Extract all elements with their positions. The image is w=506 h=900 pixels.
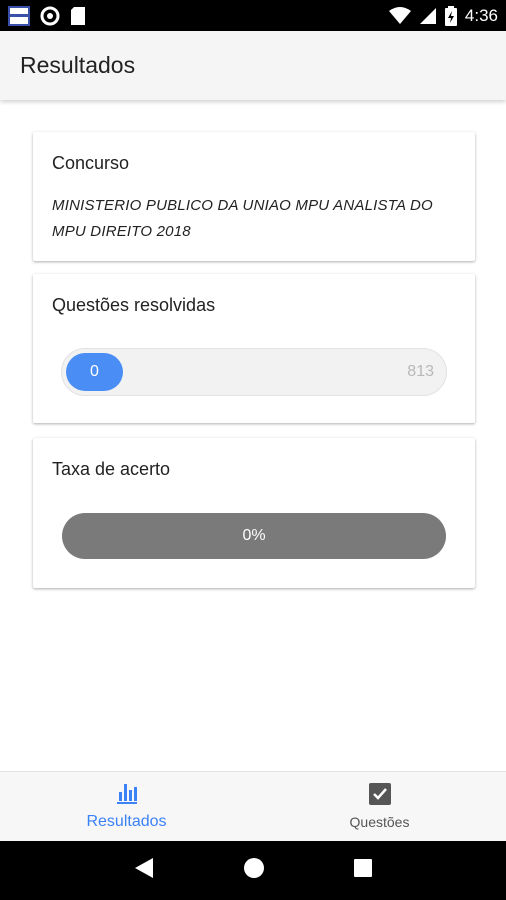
battery-icon [444, 5, 457, 26]
checkbox-icon [368, 783, 391, 810]
taxa-acerto-bar: 0% [62, 513, 446, 559]
nav-item-resultados[interactable]: Resultados [0, 772, 253, 841]
status-time: 4:36 [464, 5, 498, 25]
status-left-icons [8, 5, 86, 26]
sd-card-icon [70, 6, 86, 26]
nav-label-questoes: Questões [349, 814, 410, 830]
concurso-label: Concurso [52, 153, 130, 173]
app-bar: Resultados [0, 31, 506, 100]
taxa-acerto-value: 0% [242, 527, 266, 544]
bar-chart-icon [116, 782, 138, 809]
concurso-value: MINISTERIO PUBLICO DA UNIAO MPU ANALISTA… [52, 197, 433, 240]
questoes-progress-bar: 0 813 [61, 348, 447, 396]
page-title: Resultados [20, 52, 136, 78]
signal-icon [419, 7, 437, 25]
home-icon[interactable] [243, 857, 265, 884]
questoes-resolvidas-card: Questões resolvidas 0 813 [33, 274, 475, 423]
concurso-card: Concurso MINISTERIO PUBLICO DA UNIAO MPU… [33, 132, 475, 261]
system-navigation-bar [0, 841, 506, 900]
status-right-icons: 4:36 [388, 5, 498, 26]
back-icon[interactable] [134, 857, 154, 884]
status-bar: 4:36 [0, 0, 506, 31]
questoes-resolvidas-label: Questões resolvidas [52, 295, 216, 315]
questoes-current-count: 0 [90, 363, 99, 380]
circle-notification-icon [40, 6, 60, 26]
questoes-total-count: 813 [407, 363, 434, 380]
news-app-icon [8, 5, 30, 26]
recents-icon[interactable] [353, 859, 372, 882]
bottom-navigation: Resultados Questões [0, 771, 506, 841]
questoes-progress-fill: 0 [66, 353, 123, 391]
nav-item-questoes[interactable]: Questões [253, 772, 506, 841]
nav-label-resultados: Resultados [86, 813, 167, 830]
wifi-icon [388, 6, 411, 25]
taxa-acerto-label: Taxa de acerto [52, 459, 171, 479]
taxa-acerto-card: Taxa de acerto 0% [33, 438, 475, 588]
